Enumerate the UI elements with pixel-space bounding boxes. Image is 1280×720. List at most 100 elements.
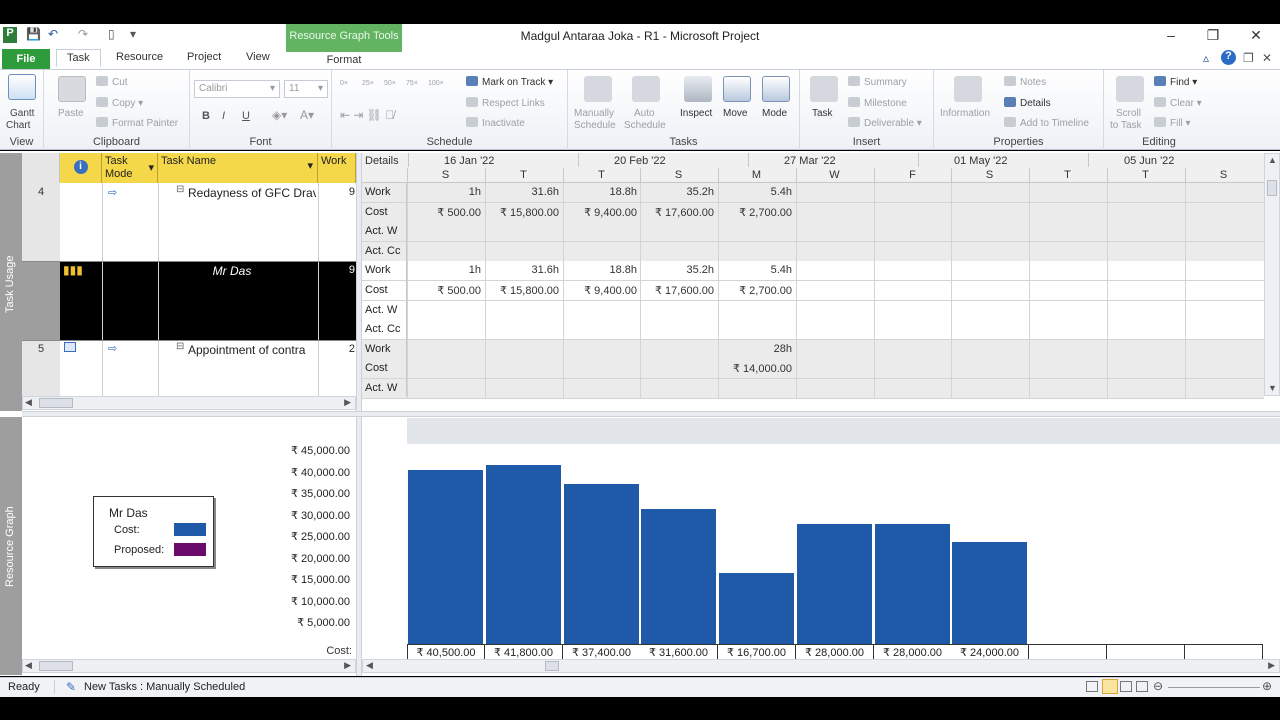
pin-icon[interactable]: [584, 76, 612, 102]
zoom-in-icon[interactable]: ⊕: [1262, 679, 1272, 693]
timephased-cell[interactable]: [1185, 261, 1262, 280]
information-button[interactable]: Information: [940, 108, 990, 119]
timephased-cell[interactable]: [951, 379, 1028, 398]
mode-icon[interactable]: [762, 76, 790, 102]
percent-complete-0[interactable]: 0×: [340, 80, 348, 87]
task-usage-view-icon[interactable]: [1102, 679, 1118, 694]
paste-button[interactable]: Paste: [58, 108, 84, 119]
cost-bar[interactable]: [641, 509, 716, 645]
timephased-cell[interactable]: ₹ 2,700.00: [718, 281, 795, 300]
timephased-cell[interactable]: 18.8h: [563, 183, 640, 202]
timephased-cell[interactable]: ₹ 15,800.00: [485, 281, 562, 300]
timephased-cell[interactable]: [1185, 222, 1262, 241]
task-mode-header[interactable]: Task Mode ▾: [102, 153, 158, 183]
timephased-cell[interactable]: [1029, 281, 1106, 300]
italic-button[interactable]: I: [222, 110, 225, 122]
task-usage-side-tab[interactable]: Task Usage: [0, 153, 22, 411]
fill-color-icon[interactable]: ◈▾: [272, 108, 287, 122]
timephased-cell[interactable]: [485, 359, 562, 378]
cost-bar[interactable]: [875, 524, 950, 645]
scroll-thumb[interactable]: [39, 398, 73, 408]
timephased-cell[interactable]: ₹ 15,800.00: [485, 203, 562, 222]
scroll-thumb[interactable]: [1267, 180, 1277, 196]
timephased-cell[interactable]: [407, 340, 484, 359]
scroll-left-icon[interactable]: ◀: [366, 660, 373, 671]
timephased-cell[interactable]: [640, 301, 717, 320]
cost-bar[interactable]: [486, 465, 561, 645]
auto-schedule-label2[interactable]: Schedule: [624, 120, 666, 131]
timephased-cell[interactable]: 31.6h: [485, 183, 562, 202]
timephased-cell[interactable]: [1185, 183, 1262, 202]
timephased-cell[interactable]: [1185, 340, 1262, 359]
timephased-cell[interactable]: [407, 242, 484, 261]
timephased-cell[interactable]: [1029, 340, 1106, 359]
cost-bar[interactable]: [952, 542, 1027, 645]
timephased-cell[interactable]: [1185, 379, 1262, 398]
percent-complete-25[interactable]: 25×: [362, 80, 374, 87]
graph-left-hscrollbar[interactable]: ◀ ▶: [22, 659, 356, 673]
timephased-cell[interactable]: [874, 183, 951, 202]
task-name-cell[interactable]: Appointment of contra: [188, 343, 316, 357]
percent-complete-75[interactable]: 75×: [406, 80, 418, 87]
collapse-icon[interactable]: ⊟: [176, 341, 184, 352]
timephased-cell[interactable]: [640, 379, 717, 398]
timephased-cell[interactable]: [796, 183, 873, 202]
clear-button[interactable]: Clear ▾: [1154, 97, 1202, 109]
timephased-cell[interactable]: 1h: [407, 261, 484, 280]
status-new-tasks[interactable]: New Tasks : Manually Scheduled: [84, 681, 245, 693]
timephased-cell[interactable]: [563, 242, 640, 261]
underline-button[interactable]: U: [242, 110, 250, 122]
tab-view[interactable]: View: [246, 51, 270, 63]
tab-format[interactable]: Format: [286, 52, 402, 69]
timephased-cell[interactable]: [640, 359, 717, 378]
team-planner-view-icon[interactable]: [1120, 681, 1132, 692]
work-cell[interactable]: 9: [318, 264, 355, 276]
timephased-cell[interactable]: [796, 242, 873, 261]
notes-button[interactable]: Notes: [1004, 76, 1046, 88]
timephased-cell[interactable]: [874, 281, 951, 300]
auto-schedule-button[interactable]: Auto: [634, 108, 655, 119]
timephased-cell[interactable]: [1107, 222, 1184, 241]
percent-complete-100[interactable]: 100×: [428, 80, 444, 87]
gantt-chart-label2[interactable]: Chart: [6, 120, 30, 131]
timephased-cell[interactable]: [874, 379, 951, 398]
timephased-cell[interactable]: [1185, 281, 1262, 300]
timephased-cell[interactable]: [951, 222, 1028, 241]
timephased-cell[interactable]: [874, 320, 951, 339]
scroll-right-icon[interactable]: ▶: [344, 660, 351, 671]
find-button[interactable]: Find ▾: [1154, 76, 1197, 88]
timephased-cell[interactable]: [1107, 281, 1184, 300]
file-tab[interactable]: File: [2, 49, 50, 69]
task-insert-icon[interactable]: [810, 76, 838, 102]
timephased-cell[interactable]: [1029, 183, 1106, 202]
timephased-cell[interactable]: [1185, 242, 1262, 261]
minimize-button[interactable]: –: [1156, 27, 1186, 43]
format-painter-button[interactable]: Format Painter: [96, 117, 178, 129]
font-color-icon[interactable]: A▾: [300, 108, 314, 122]
timephased-cell[interactable]: ₹ 9,400.00: [563, 203, 640, 222]
manually-schedule-label2[interactable]: Schedule: [574, 120, 616, 131]
timephased-cell[interactable]: [951, 340, 1028, 359]
percent-complete-50[interactable]: 50×: [384, 80, 396, 87]
inspect-button[interactable]: Inspect: [680, 108, 712, 119]
timephased-cell[interactable]: 5.4h: [718, 183, 795, 202]
timephased-cell[interactable]: [1107, 242, 1184, 261]
outdent-icon[interactable]: ⇤ ⇥ ⛓ ⛓̸: [340, 108, 394, 122]
restore-button[interactable]: ❐: [1198, 27, 1228, 44]
timephased-cell[interactable]: [1185, 203, 1262, 222]
summary-button[interactable]: Summary: [848, 76, 907, 88]
timephased-cell[interactable]: ₹ 17,600.00: [640, 281, 717, 300]
timephased-cell[interactable]: [874, 261, 951, 280]
scroll-up-icon[interactable]: ▲: [1268, 155, 1277, 165]
fill-button[interactable]: Fill ▾: [1154, 117, 1191, 129]
timephased-cell[interactable]: [796, 379, 873, 398]
manually-schedule-button[interactable]: Manually: [574, 108, 614, 119]
cost-bar[interactable]: [564, 484, 639, 645]
timephased-cell[interactable]: [874, 203, 951, 222]
timephased-cell[interactable]: ₹ 9,400.00: [563, 281, 640, 300]
timephased-cell[interactable]: [718, 379, 795, 398]
timephased-cell[interactable]: [1107, 261, 1184, 280]
timephased-cell[interactable]: [1107, 203, 1184, 222]
timephased-cell[interactable]: [485, 320, 562, 339]
timephased-cell[interactable]: [796, 281, 873, 300]
